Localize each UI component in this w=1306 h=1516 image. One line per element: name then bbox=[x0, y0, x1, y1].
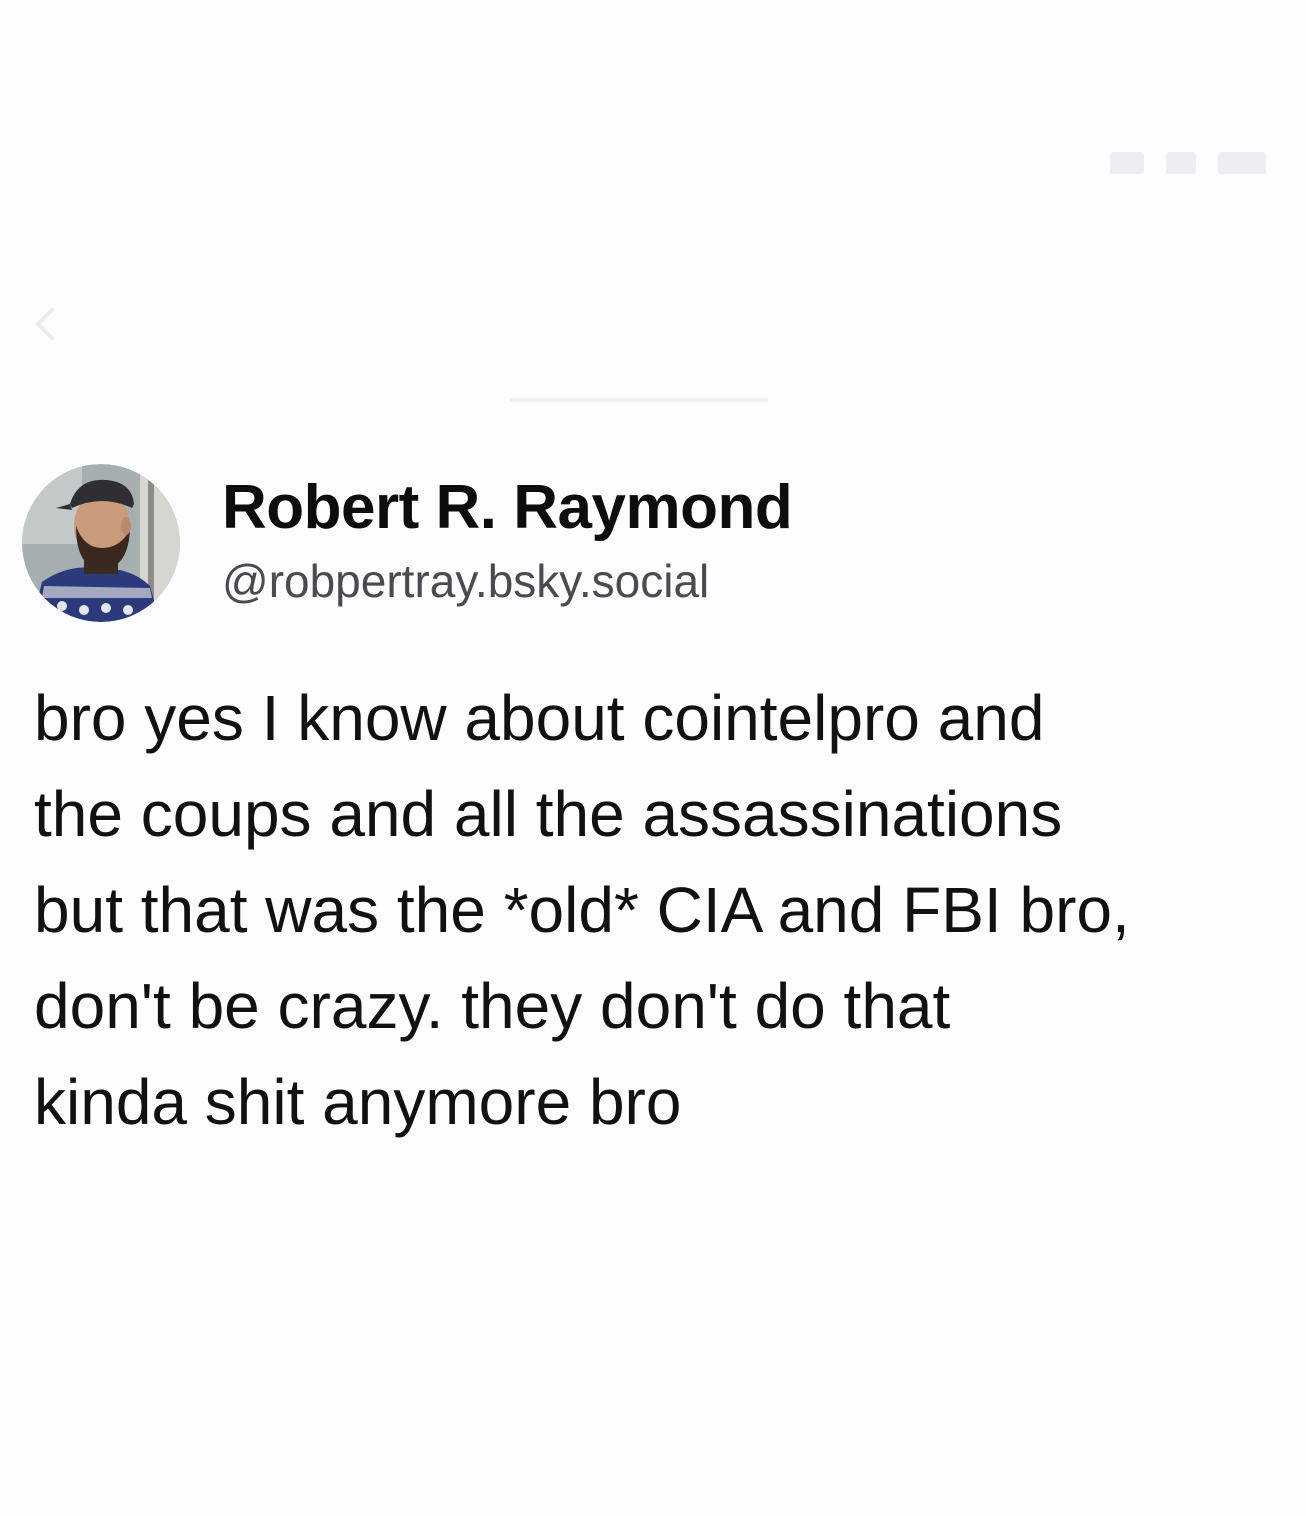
avatar[interactable] bbox=[22, 464, 180, 622]
signal-icon bbox=[1110, 152, 1144, 174]
wifi-icon bbox=[1166, 152, 1196, 174]
status-bar bbox=[0, 0, 1306, 200]
tab-indicator bbox=[510, 398, 768, 402]
author-handle[interactable]: @robpertray.bsky.social bbox=[222, 554, 709, 608]
chevron-left-icon[interactable] bbox=[26, 304, 66, 344]
avatar-image bbox=[22, 464, 180, 622]
nav-bar bbox=[0, 270, 1306, 410]
post-text: bro yes I know about cointelpro and the … bbox=[34, 682, 1130, 1138]
author-name[interactable]: Robert R. Raymond bbox=[222, 472, 793, 543]
battery-icon bbox=[1218, 152, 1266, 174]
status-icons bbox=[1110, 152, 1266, 174]
